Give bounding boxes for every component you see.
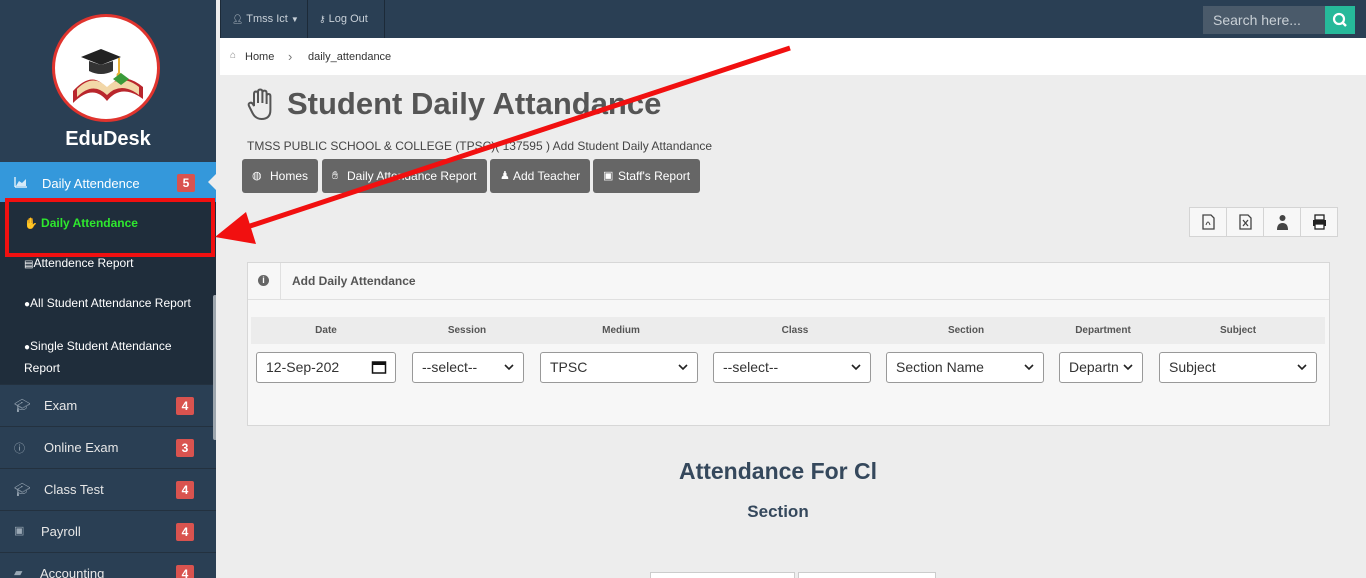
red-arrow-icon [215, 45, 791, 244]
